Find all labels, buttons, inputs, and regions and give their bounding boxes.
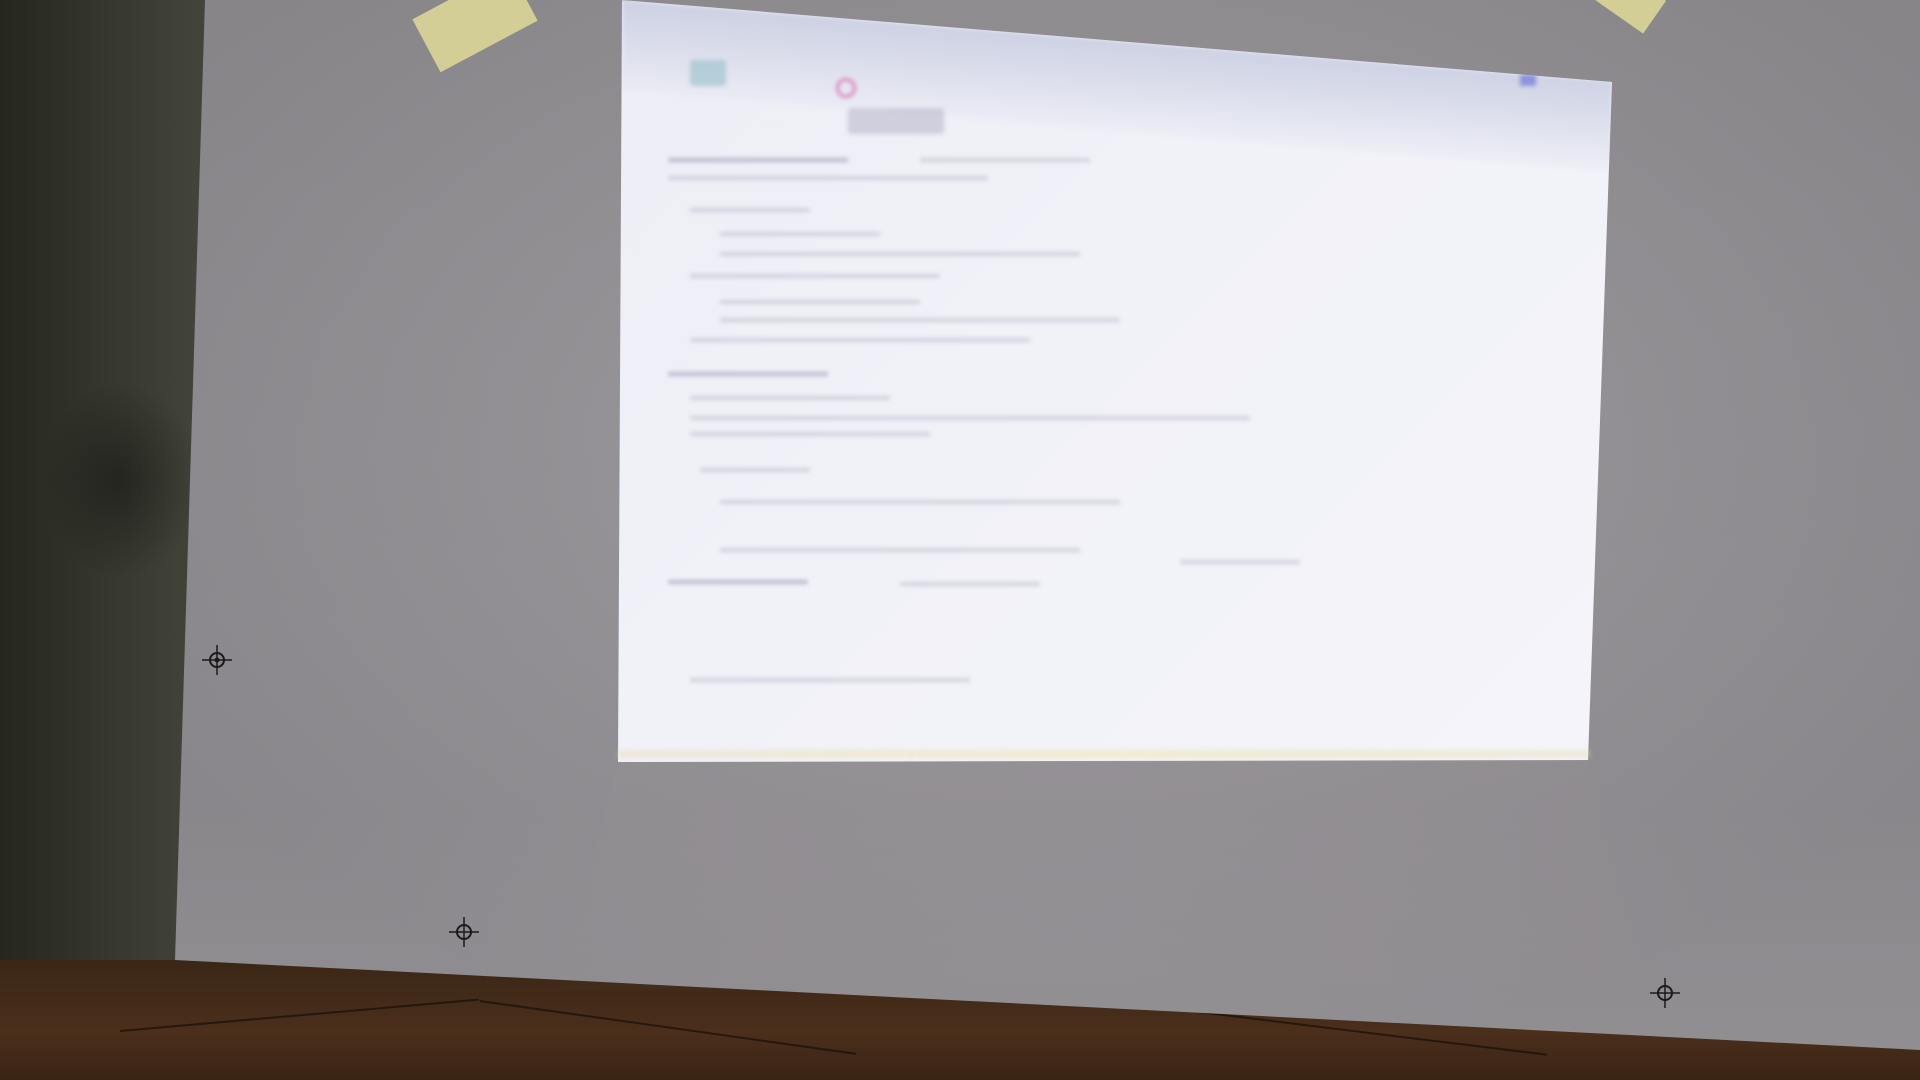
wall-stain bbox=[40, 380, 200, 580]
photo-scene bbox=[0, 0, 1920, 1080]
text-line bbox=[700, 468, 810, 472]
projection-edge-glow bbox=[618, 750, 1590, 758]
text-line bbox=[720, 252, 1080, 256]
text-line bbox=[690, 338, 1030, 342]
text-line bbox=[900, 582, 1040, 586]
text-line bbox=[1180, 560, 1300, 564]
text-line bbox=[690, 416, 1250, 420]
text-line bbox=[720, 318, 1120, 322]
text-line bbox=[668, 580, 808, 584]
floor-plank-line bbox=[479, 1000, 857, 1055]
crosshair-icon bbox=[1650, 978, 1680, 1008]
text-line bbox=[720, 232, 880, 236]
text-line bbox=[690, 396, 890, 400]
text-line bbox=[690, 208, 810, 212]
projected-corner-icon bbox=[1520, 74, 1536, 86]
projected-button bbox=[848, 108, 944, 134]
floor-plank-line bbox=[119, 998, 479, 1032]
text-line bbox=[668, 158, 848, 162]
crosshair-icon bbox=[449, 917, 479, 947]
text-line bbox=[668, 372, 828, 376]
text-line bbox=[720, 300, 920, 304]
text-line bbox=[690, 678, 970, 682]
location-pin-icon bbox=[836, 78, 856, 98]
text-line bbox=[690, 432, 930, 436]
text-line bbox=[920, 158, 1090, 162]
crosshair-icon bbox=[202, 645, 232, 675]
text-line bbox=[720, 500, 1120, 504]
projected-logo-icon bbox=[690, 60, 726, 86]
text-line bbox=[720, 548, 1080, 552]
text-line bbox=[668, 176, 988, 180]
text-line bbox=[690, 274, 940, 278]
